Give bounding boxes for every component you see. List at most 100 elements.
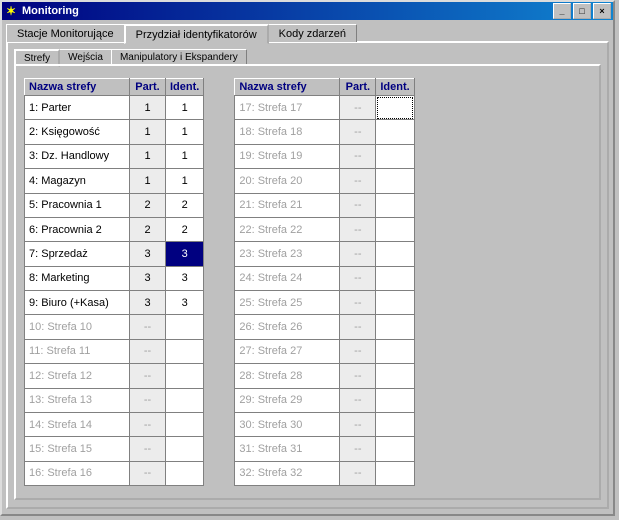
table-row[interactable]: 8: Marketing33: [25, 266, 204, 290]
cell-zone-name[interactable]: 28: Strefa 28: [235, 364, 340, 388]
outer-tab-2[interactable]: Kody zdarzeń: [268, 24, 357, 42]
cell-zone-name[interactable]: 27: Strefa 27: [235, 339, 340, 363]
cell-ident[interactable]: [376, 120, 414, 144]
cell-ident[interactable]: [376, 217, 414, 241]
cell-ident[interactable]: 3: [166, 266, 204, 290]
cell-partition[interactable]: 3: [130, 242, 166, 266]
cell-zone-name[interactable]: 16: Strefa 16: [25, 461, 130, 485]
cell-ident[interactable]: [166, 364, 204, 388]
cell-ident[interactable]: 2: [166, 217, 204, 241]
table-row[interactable]: 7: Sprzedaż33: [25, 242, 204, 266]
cell-partition[interactable]: --: [340, 437, 376, 461]
table-row[interactable]: 6: Pracownia 222: [25, 217, 204, 241]
cell-zone-name[interactable]: 2: Księgowość: [25, 120, 130, 144]
cell-zone-name[interactable]: 10: Strefa 10: [25, 315, 130, 339]
cell-zone-name[interactable]: 4: Magazyn: [25, 169, 130, 193]
inner-tab-2[interactable]: Manipulatory i Ekspandery: [111, 49, 247, 65]
cell-partition[interactable]: 1: [130, 120, 166, 144]
cell-partition[interactable]: --: [130, 364, 166, 388]
table-row[interactable]: 12: Strefa 12--: [25, 364, 204, 388]
table-row[interactable]: 32: Strefa 32--: [235, 461, 414, 485]
cell-ident[interactable]: 3: [166, 291, 204, 315]
col-header-part[interactable]: Part.: [340, 79, 376, 96]
minimize-button[interactable]: _: [553, 3, 571, 19]
cell-zone-name[interactable]: 11: Strefa 11: [25, 339, 130, 363]
cell-partition[interactable]: --: [130, 339, 166, 363]
table-row[interactable]: 23: Strefa 23--: [235, 242, 414, 266]
outer-tab-0[interactable]: Stacje Monitorujące: [6, 24, 125, 42]
cell-ident[interactable]: [166, 339, 204, 363]
col-header-ident[interactable]: Ident.: [376, 79, 414, 96]
table-row[interactable]: 11: Strefa 11--: [25, 339, 204, 363]
cell-zone-name[interactable]: 21: Strefa 21: [235, 193, 340, 217]
cell-zone-name[interactable]: 29: Strefa 29: [235, 388, 340, 412]
table-row[interactable]: 27: Strefa 27--: [235, 339, 414, 363]
outer-tab-1[interactable]: Przydział identyfikatorów: [124, 24, 269, 44]
cell-partition[interactable]: 1: [130, 96, 166, 120]
cell-ident[interactable]: [166, 437, 204, 461]
cell-ident[interactable]: 1: [166, 144, 204, 168]
cell-partition[interactable]: 1: [130, 144, 166, 168]
cell-zone-name[interactable]: 32: Strefa 32: [235, 461, 340, 485]
cell-partition[interactable]: 2: [130, 217, 166, 241]
cell-zone-name[interactable]: 23: Strefa 23: [235, 242, 340, 266]
cell-zone-name[interactable]: 14: Strefa 14: [25, 412, 130, 436]
cell-partition[interactable]: --: [340, 388, 376, 412]
table-row[interactable]: 16: Strefa 16--: [25, 461, 204, 485]
cell-zone-name[interactable]: 9: Biuro (+Kasa): [25, 291, 130, 315]
table-row[interactable]: 28: Strefa 28--: [235, 364, 414, 388]
table-row[interactable]: 19: Strefa 19--: [235, 144, 414, 168]
table-row[interactable]: 24: Strefa 24--: [235, 266, 414, 290]
cell-ident[interactable]: [376, 315, 414, 339]
cell-zone-name[interactable]: 24: Strefa 24: [235, 266, 340, 290]
col-header-name[interactable]: Nazwa strefy: [235, 79, 340, 96]
close-button[interactable]: ×: [593, 3, 611, 19]
table-row[interactable]: 4: Magazyn11: [25, 169, 204, 193]
maximize-button[interactable]: □: [573, 3, 591, 19]
cell-ident[interactable]: 1: [166, 120, 204, 144]
cell-ident[interactable]: [166, 315, 204, 339]
cell-zone-name[interactable]: 25: Strefa 25: [235, 291, 340, 315]
cell-partition[interactable]: --: [130, 388, 166, 412]
cell-ident[interactable]: [376, 364, 414, 388]
table-row[interactable]: 15: Strefa 15--: [25, 437, 204, 461]
cell-partition[interactable]: --: [340, 217, 376, 241]
cell-zone-name[interactable]: 20: Strefa 20: [235, 169, 340, 193]
cell-zone-name[interactable]: 13: Strefa 13: [25, 388, 130, 412]
cell-zone-name[interactable]: 6: Pracownia 2: [25, 217, 130, 241]
cell-partition[interactable]: --: [340, 412, 376, 436]
cell-zone-name[interactable]: 18: Strefa 18: [235, 120, 340, 144]
cell-zone-name[interactable]: 30: Strefa 30: [235, 412, 340, 436]
cell-partition[interactable]: --: [340, 339, 376, 363]
cell-partition[interactable]: --: [340, 96, 376, 120]
cell-zone-name[interactable]: 15: Strefa 15: [25, 437, 130, 461]
cell-ident[interactable]: [376, 339, 414, 363]
cell-partition[interactable]: --: [340, 266, 376, 290]
cell-ident[interactable]: [376, 291, 414, 315]
cell-ident[interactable]: [166, 461, 204, 485]
table-row[interactable]: 25: Strefa 25--: [235, 291, 414, 315]
cell-partition[interactable]: --: [130, 412, 166, 436]
cell-ident[interactable]: [376, 388, 414, 412]
cell-partition[interactable]: --: [130, 461, 166, 485]
cell-partition[interactable]: --: [340, 242, 376, 266]
table-row[interactable]: 21: Strefa 21--: [235, 193, 414, 217]
table-row[interactable]: 1: Parter11: [25, 96, 204, 120]
table-row[interactable]: 14: Strefa 14--: [25, 412, 204, 436]
cell-ident[interactable]: [376, 96, 414, 120]
cell-ident[interactable]: [376, 412, 414, 436]
cell-ident[interactable]: [376, 437, 414, 461]
table-row[interactable]: 2: Księgowość11: [25, 120, 204, 144]
cell-ident[interactable]: [166, 388, 204, 412]
cell-ident[interactable]: 1: [166, 96, 204, 120]
table-row[interactable]: 10: Strefa 10--: [25, 315, 204, 339]
cell-zone-name[interactable]: 12: Strefa 12: [25, 364, 130, 388]
cell-zone-name[interactable]: 7: Sprzedaż: [25, 242, 130, 266]
cell-partition[interactable]: 3: [130, 266, 166, 290]
cell-zone-name[interactable]: 31: Strefa 31: [235, 437, 340, 461]
zones-grid-left[interactable]: Nazwa strefy Part. Ident. 1: Parter112: …: [24, 78, 204, 486]
title-bar[interactable]: ✶ Monitoring _ □ ×: [2, 2, 613, 20]
col-header-ident[interactable]: Ident.: [166, 79, 204, 96]
cell-ident[interactable]: [376, 169, 414, 193]
table-row[interactable]: 22: Strefa 22--: [235, 217, 414, 241]
